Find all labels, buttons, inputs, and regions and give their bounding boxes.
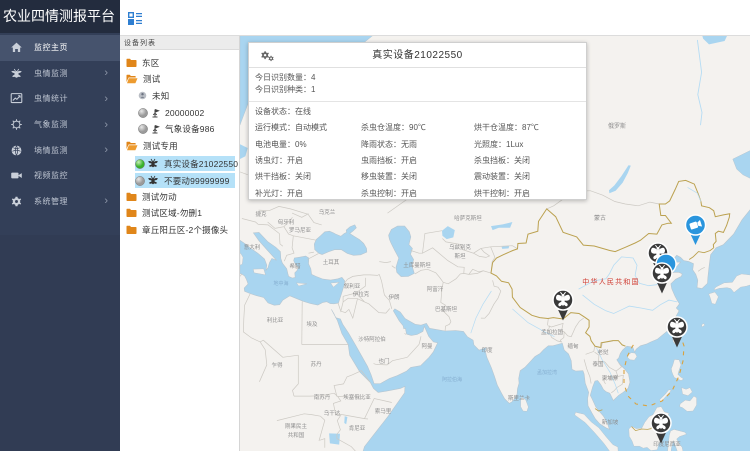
- svg-text:斯里兰卡: 斯里兰卡: [508, 394, 531, 402]
- svg-text:匈牙利: 匈牙利: [278, 218, 295, 226]
- svg-text:埃及: 埃及: [306, 320, 318, 328]
- svg-text:伊拉克: 伊拉克: [353, 290, 370, 298]
- svg-text:哈萨克斯坦: 哈萨克斯坦: [454, 214, 482, 222]
- svg-text:地中海: 地中海: [273, 280, 288, 287]
- svg-text:沙特阿拉伯: 沙特阿拉伯: [358, 335, 386, 343]
- svg-text:阿富汗: 阿富汗: [427, 285, 444, 293]
- svg-text:柬埔寨: 柬埔寨: [602, 374, 619, 382]
- svg-text:老挝: 老挝: [597, 348, 609, 356]
- svg-text:土耳其: 土耳其: [323, 258, 340, 266]
- svg-text:索马里: 索马里: [375, 407, 392, 415]
- svg-text:印度尼西亚: 印度尼西亚: [653, 440, 681, 448]
- svg-text:印度: 印度: [481, 346, 493, 354]
- svg-text:苏丹: 苏丹: [310, 360, 322, 368]
- svg-text:伊朗: 伊朗: [388, 293, 400, 301]
- svg-text:乌兹别克: 乌兹别克: [449, 243, 472, 251]
- svg-text:刚果民主: 刚果民主: [285, 422, 308, 430]
- svg-text:巴基斯坦: 巴基斯坦: [435, 305, 458, 313]
- svg-text:土库曼斯坦: 土库曼斯坦: [403, 261, 431, 269]
- svg-text:阿曼: 阿曼: [421, 342, 433, 350]
- svg-text:利比亚: 利比亚: [267, 316, 284, 324]
- svg-text:意大利: 意大利: [244, 243, 261, 251]
- svg-text:阿拉伯海: 阿拉伯海: [442, 376, 462, 383]
- svg-text:蒙古: 蒙古: [594, 214, 606, 222]
- svg-text:泰国: 泰国: [592, 360, 604, 368]
- svg-text:叙利亚: 叙利亚: [344, 282, 361, 290]
- svg-text:乌克兰: 乌克兰: [319, 208, 336, 216]
- svg-text:孟加拉国: 孟加拉国: [541, 328, 564, 336]
- svg-text:南苏丹: 南苏丹: [314, 393, 331, 401]
- svg-text:斯坦: 斯坦: [454, 252, 466, 260]
- svg-text:埃塞俄比亚: 埃塞俄比亚: [343, 393, 371, 401]
- svg-text:乍得: 乍得: [271, 361, 283, 369]
- svg-text:乌干达: 乌干达: [324, 409, 341, 417]
- svg-text:中华人民共和国: 中华人民共和国: [582, 277, 639, 286]
- svg-text:希腊: 希腊: [289, 262, 301, 270]
- svg-text:共和国: 共和国: [288, 431, 305, 439]
- svg-text:新加坡: 新加坡: [602, 418, 619, 426]
- svg-text:也门: 也门: [378, 357, 389, 365]
- svg-text:缅甸: 缅甸: [567, 342, 579, 350]
- svg-text:捷克: 捷克: [255, 210, 267, 218]
- svg-text:肯尼亚: 肯尼亚: [349, 424, 366, 432]
- svg-text:孟加拉湾: 孟加拉湾: [537, 369, 557, 376]
- svg-text:俄罗斯: 俄罗斯: [608, 122, 626, 130]
- svg-text:罗马尼亚: 罗马尼亚: [289, 226, 312, 234]
